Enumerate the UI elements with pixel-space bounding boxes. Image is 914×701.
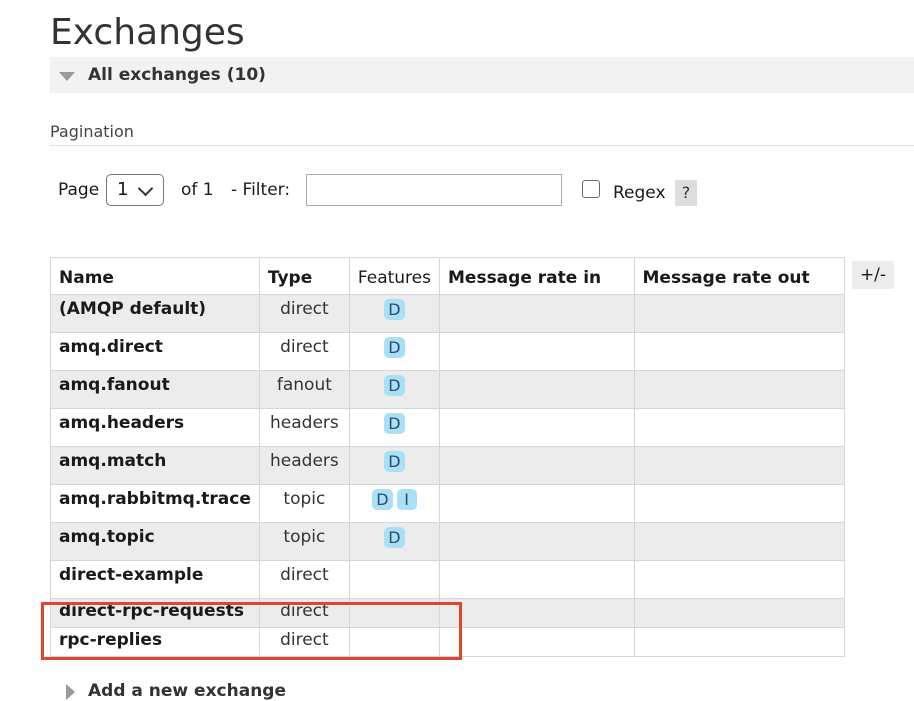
exchange-name-link[interactable]: amq.topic bbox=[50, 522, 260, 561]
exchange-features bbox=[348, 627, 441, 657]
page-title: Exchanges bbox=[50, 12, 245, 53]
filter-input[interactable] bbox=[306, 174, 562, 206]
triangle-down-icon bbox=[59, 72, 75, 81]
message-rate-in bbox=[439, 294, 635, 333]
triangle-right-icon bbox=[66, 684, 75, 700]
message-rate-out bbox=[633, 446, 845, 485]
column-header-rate-out[interactable]: Message rate out bbox=[633, 257, 845, 295]
exchange-features bbox=[348, 560, 441, 599]
message-rate-in bbox=[439, 522, 635, 561]
message-rate-out bbox=[633, 522, 845, 561]
feature-badge: I bbox=[396, 489, 417, 510]
feature-badge: D bbox=[384, 527, 405, 548]
exchange-type: direct bbox=[258, 627, 350, 657]
pagination-divider bbox=[50, 145, 914, 146]
message-rate-out bbox=[633, 294, 845, 333]
exchange-name-link[interactable]: direct-example bbox=[50, 560, 260, 599]
feature-badge: D bbox=[384, 299, 405, 320]
message-rate-in bbox=[439, 598, 635, 628]
page-count-label: of 1 bbox=[181, 180, 214, 200]
exchange-type: direct bbox=[258, 294, 350, 333]
page-select[interactable]: 1 bbox=[106, 174, 164, 206]
exchange-type: topic bbox=[258, 484, 350, 523]
feature-badge: D bbox=[384, 413, 405, 434]
exchange-type: headers bbox=[258, 446, 350, 485]
exchange-name-link[interactable]: amq.fanout bbox=[50, 370, 260, 409]
message-rate-in bbox=[439, 560, 635, 599]
table-row[interactable]: amq.rabbitmq.trace topic D I bbox=[50, 484, 845, 523]
exchange-type: direct bbox=[258, 598, 350, 628]
exchange-features bbox=[348, 598, 441, 628]
table-row[interactable]: amq.fanout fanout D bbox=[50, 370, 845, 409]
message-rate-out bbox=[633, 370, 845, 409]
message-rate-in bbox=[439, 332, 635, 371]
page-select-value: 1 bbox=[117, 179, 129, 200]
message-rate-out bbox=[633, 560, 845, 599]
exchange-name-link[interactable]: rpc-replies bbox=[50, 627, 260, 657]
page-label: Page bbox=[58, 180, 100, 200]
exchange-features: D bbox=[348, 332, 441, 371]
table-row[interactable]: rpc-replies direct bbox=[50, 627, 845, 657]
feature-badge: D bbox=[384, 337, 405, 358]
exchange-features: D bbox=[348, 370, 441, 409]
message-rate-out bbox=[633, 598, 845, 628]
message-rate-in bbox=[439, 408, 635, 447]
pagination-heading: Pagination bbox=[50, 122, 134, 141]
exchange-name-link[interactable]: amq.match bbox=[50, 446, 260, 485]
section-label: All exchanges (10) bbox=[88, 65, 266, 85]
filter-label: - Filter: bbox=[231, 180, 291, 200]
feature-badge: D bbox=[384, 451, 405, 472]
exchange-features: D bbox=[348, 294, 441, 333]
exchanges-table: Name Type Features Message rate in Messa… bbox=[50, 257, 845, 657]
table-row[interactable]: amq.direct direct D bbox=[50, 332, 845, 371]
exchange-name-link[interactable]: amq.headers bbox=[50, 408, 260, 447]
exchange-features: DI bbox=[348, 484, 441, 523]
message-rate-out bbox=[633, 627, 845, 657]
column-header-rate-in[interactable]: Message rate in bbox=[439, 257, 635, 295]
message-rate-out bbox=[633, 408, 845, 447]
regex-checkbox[interactable] bbox=[582, 180, 600, 198]
exchange-features: D bbox=[348, 446, 441, 485]
column-header-features: Features bbox=[348, 257, 441, 295]
table-row[interactable]: amq.headers headers D bbox=[50, 408, 845, 447]
message-rate-in bbox=[439, 627, 635, 657]
exchange-name-link[interactable]: (AMQP default) bbox=[50, 294, 260, 333]
add-exchange-toggle[interactable]: Add a new exchange bbox=[62, 680, 462, 701]
table-row[interactable]: (AMQP default) direct D bbox=[50, 294, 845, 333]
table-row[interactable]: direct-example direct bbox=[50, 560, 845, 599]
exchange-name-link[interactable]: direct-rpc-requests bbox=[50, 598, 260, 628]
exchange-type: direct bbox=[258, 560, 350, 599]
exchange-type: headers bbox=[258, 408, 350, 447]
message-rate-out bbox=[633, 484, 845, 523]
exchange-name-link[interactable]: amq.direct bbox=[50, 332, 260, 371]
regex-help-button[interactable]: ? bbox=[675, 180, 697, 206]
message-rate-out bbox=[633, 332, 845, 371]
exchange-type: direct bbox=[258, 332, 350, 371]
regex-label: Regex bbox=[613, 183, 666, 203]
exchange-name-link[interactable]: amq.rabbitmq.trace bbox=[50, 484, 260, 523]
pager-row: Page 1 of 1 - Filter: Regex ? bbox=[58, 172, 758, 208]
column-header-type[interactable]: Type bbox=[258, 257, 350, 295]
add-exchange-label: Add a new exchange bbox=[88, 681, 287, 701]
all-exchanges-toggle[interactable]: All exchanges (10) bbox=[50, 57, 914, 93]
table-row[interactable]: direct-rpc-requests direct bbox=[50, 598, 845, 628]
chevron-down-icon bbox=[137, 180, 154, 197]
exchange-type: topic bbox=[258, 522, 350, 561]
exchange-features: D bbox=[348, 408, 441, 447]
message-rate-in bbox=[439, 484, 635, 523]
table-row[interactable]: amq.topic topic D bbox=[50, 522, 845, 561]
message-rate-in bbox=[439, 446, 635, 485]
column-toggle-button[interactable]: +/- bbox=[852, 261, 894, 289]
feature-badge: D bbox=[372, 489, 393, 510]
feature-badge: D bbox=[384, 375, 405, 396]
table-header-row: Name Type Features Message rate in Messa… bbox=[50, 257, 845, 295]
message-rate-in bbox=[439, 370, 635, 409]
exchange-features: D bbox=[348, 522, 441, 561]
table-row[interactable]: amq.match headers D bbox=[50, 446, 845, 485]
exchange-type: fanout bbox=[258, 370, 350, 409]
column-header-name[interactable]: Name bbox=[50, 257, 260, 295]
